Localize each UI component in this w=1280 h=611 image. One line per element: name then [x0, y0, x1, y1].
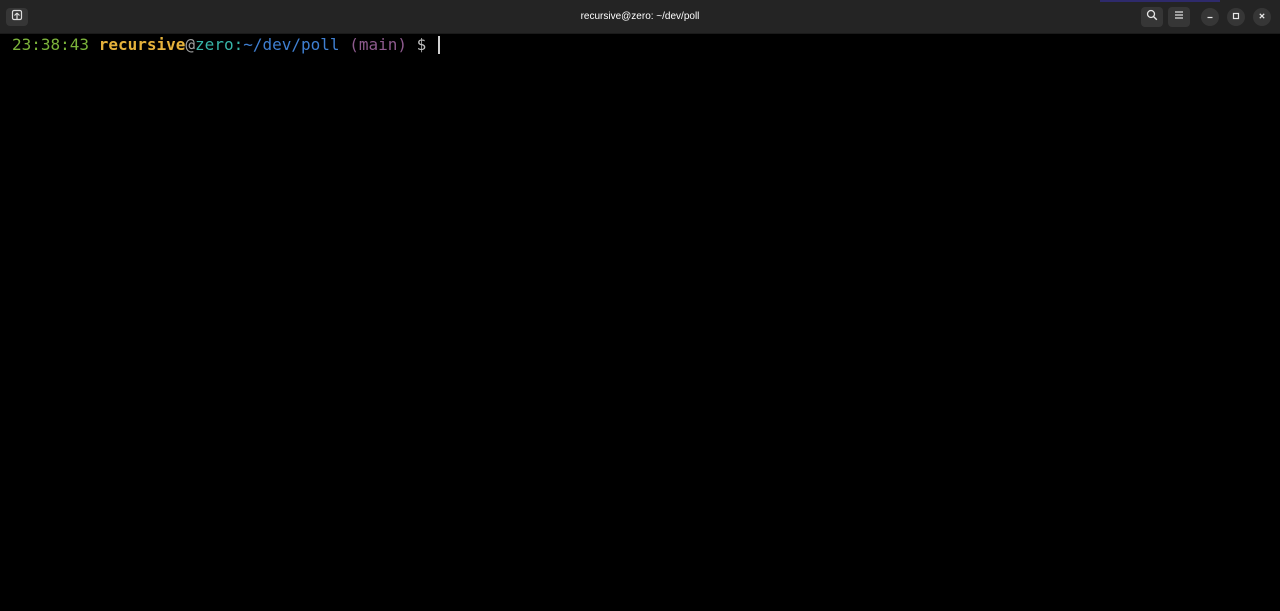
accent-strip	[1100, 0, 1220, 2]
title-bar[interactable]: recursive@zero: ~/dev/poll	[0, 0, 1280, 34]
prompt-host: zero	[195, 35, 234, 54]
prompt-time: 23:38:43	[12, 35, 90, 54]
maximize-icon	[1231, 8, 1241, 26]
search-icon	[1146, 8, 1158, 26]
minimize-button[interactable]	[1201, 8, 1219, 26]
close-button[interactable]	[1253, 8, 1271, 26]
main-menu-button[interactable]	[1168, 7, 1190, 27]
prompt-symbol: $	[416, 35, 427, 54]
prompt-path: ~/dev/poll	[243, 35, 340, 54]
prompt-colon: :	[233, 35, 244, 54]
window-title: recursive@zero: ~/dev/poll	[580, 11, 700, 22]
prompt-at: @	[185, 35, 196, 54]
prompt-line: 23:38:43 recursive @ zero: ~/dev/poll (main…	[12, 35, 440, 55]
close-icon	[1257, 8, 1267, 26]
maximize-button[interactable]	[1227, 8, 1245, 26]
new-tab-button[interactable]	[6, 8, 28, 26]
prompt-branch: (main)	[349, 35, 407, 54]
hamburger-menu-icon	[1173, 8, 1185, 26]
terminal-output[interactable]: 23:38:43 recursive @ zero: ~/dev/poll (main…	[0, 34, 1280, 611]
prompt-user: recursive	[98, 35, 186, 54]
text-cursor	[437, 36, 440, 54]
terminal-window: recursive@zero: ~/dev/poll 23:38:43 recu…	[0, 0, 1280, 611]
minimize-icon	[1205, 8, 1215, 26]
new-tab-icon	[11, 8, 23, 26]
search-button[interactable]	[1141, 7, 1163, 27]
